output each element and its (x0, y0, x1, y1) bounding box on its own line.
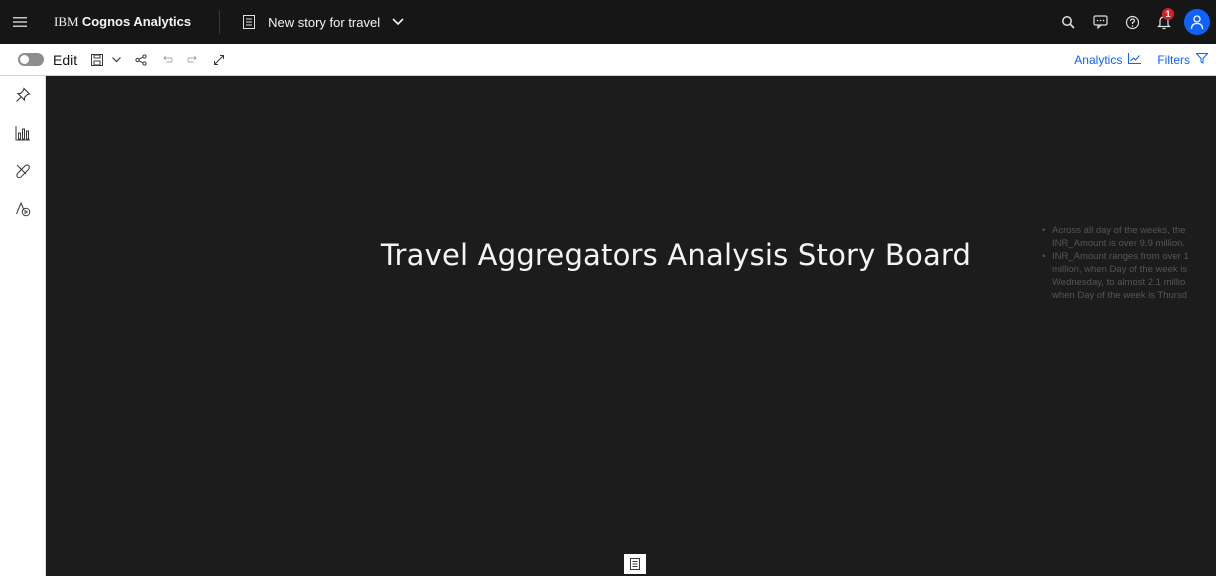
story-canvas[interactable]: Travel Aggregators Analysis Story Board … (46, 76, 1216, 576)
insights-panel[interactable]: Across all day of the weeks, the INR_Amou… (1040, 224, 1216, 302)
assistant-chat-icon[interactable] (1084, 0, 1116, 44)
chevron-down-icon (392, 18, 404, 26)
notification-badge: 1 (1162, 8, 1174, 20)
filters-button[interactable]: Filters (1157, 53, 1209, 67)
analytics-chart-icon (1128, 53, 1142, 67)
user-avatar-icon[interactable] (1184, 9, 1210, 35)
analytics-label: Analytics (1074, 53, 1123, 67)
expand-icon[interactable] (213, 54, 225, 66)
insight-item: INR_Amount ranges from over 1 million, wh… (1040, 250, 1216, 302)
filters-label: Filters (1157, 53, 1190, 67)
insight-line: INR_Amount ranges from over 1 (1052, 251, 1189, 262)
brand-prefix: IBM (54, 14, 79, 29)
edit-label: Edit (53, 51, 78, 68)
story-toolbar: Edit Analytics Filters (0, 44, 1216, 76)
story-icon (242, 15, 256, 29)
save-menu-chevron-icon[interactable] (112, 56, 122, 63)
visualizations-icon[interactable] (0, 114, 46, 152)
analytics-button[interactable]: Analytics (1074, 53, 1142, 67)
app-brand[interactable]: IBM Cognos Analytics (54, 14, 191, 30)
story-title-menu[interactable]: New story for travel (242, 15, 404, 30)
scene-navigator-icon[interactable] (624, 554, 646, 574)
save-icon[interactable] (91, 53, 104, 66)
insights-list: Across all day of the weeks, the INR_Amou… (1040, 224, 1216, 302)
help-icon[interactable] (1116, 0, 1148, 44)
insight-line: Across all day of the weeks, the (1052, 225, 1186, 236)
toolbar-right: Analytics Filters (1074, 44, 1209, 76)
search-icon[interactable] (1052, 0, 1084, 44)
edit-toggle[interactable] (18, 53, 44, 66)
brand-name: Cognos Analytics (81, 14, 192, 29)
undo-icon[interactable] (161, 55, 173, 65)
widgets-icon[interactable] (0, 152, 46, 190)
header-actions: 1 (1052, 0, 1216, 44)
media-shapes-icon[interactable] (0, 190, 46, 228)
top-header: IBM Cognos Analytics New story for trave… (0, 0, 1216, 44)
insight-line: million, when Day of the week is (1052, 264, 1188, 275)
story-title-label: New story for travel (268, 14, 381, 30)
insight-line: when Day of the week is Thursd (1052, 290, 1188, 301)
left-rail (0, 76, 46, 576)
share-icon[interactable] (135, 53, 147, 66)
filter-icon (1195, 53, 1209, 67)
redo-icon[interactable] (187, 55, 199, 65)
insight-line: Wednesday, to almost 2.1 millio (1052, 277, 1186, 288)
notifications-icon[interactable]: 1 (1148, 0, 1180, 44)
pin-icon[interactable] (0, 76, 46, 114)
insight-line: INR_Amount is over 9.9 million. (1052, 238, 1186, 249)
insight-item: Across all day of the weeks, the INR_Amou… (1040, 224, 1216, 250)
hamburger-icon[interactable] (0, 0, 40, 44)
header-divider (219, 10, 221, 34)
